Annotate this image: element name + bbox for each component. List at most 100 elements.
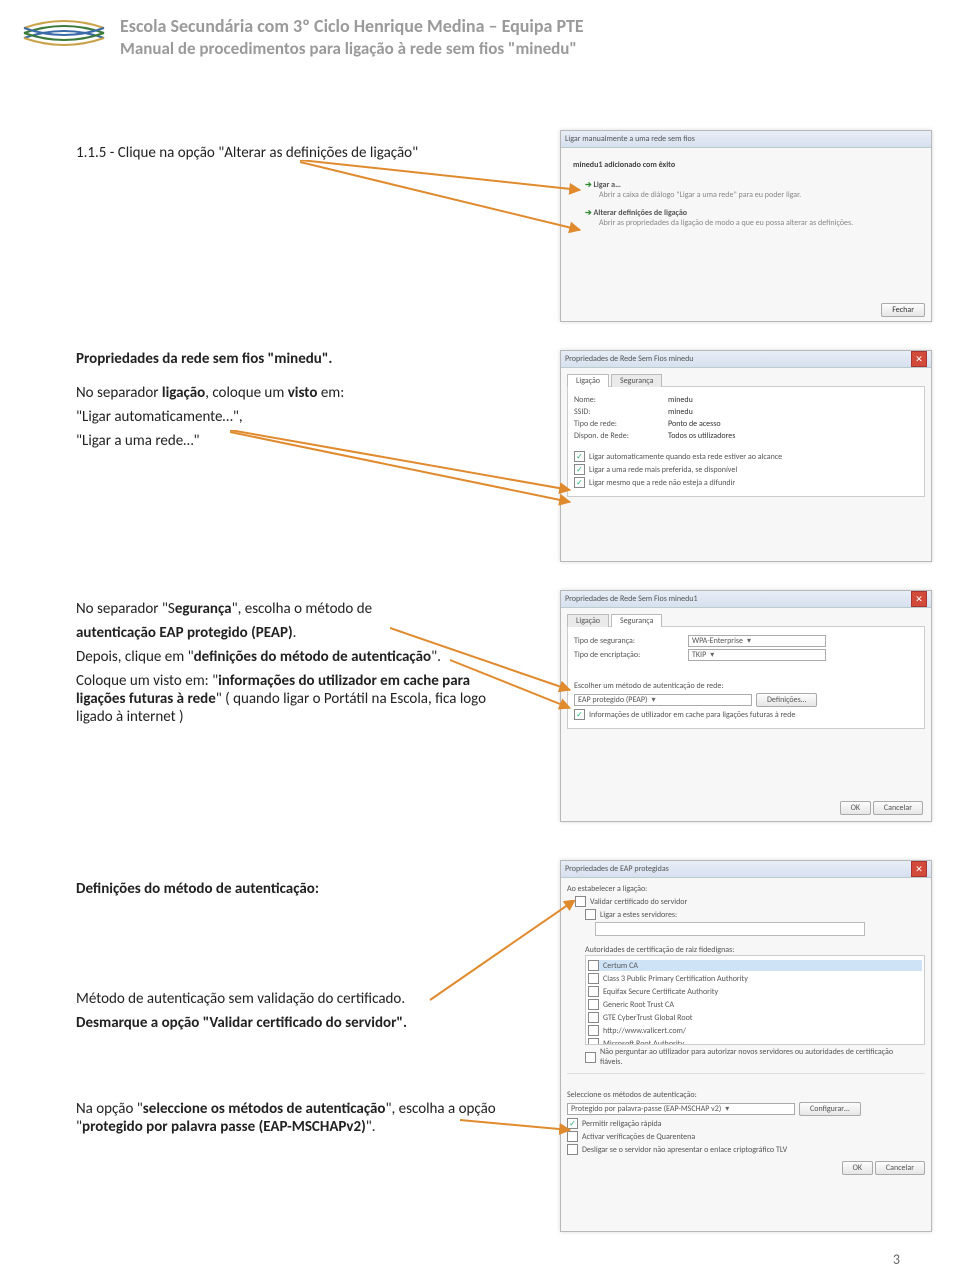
props-title: Propriedades da rede sem fios "minedu". [76,350,332,368]
txt: Depois, clique em " [76,648,194,666]
checkbox-no-prompt[interactable] [585,1052,596,1063]
screenshot-props-seguranca: Propriedades de Rede Sem Fios minedu1 ✕ … [560,590,932,822]
checkbox-quarantine[interactable] [567,1131,578,1142]
txt: egurança [175,600,232,618]
ca-item: Certum CA [603,961,638,971]
label-select-auth: Seleccione os métodos de autenticação: [567,1090,925,1100]
ca-checkbox[interactable] [588,960,599,971]
ca-listbox[interactable]: Certum CA Class 3 Public Primary Certifi… [585,955,925,1045]
checkbox-auto[interactable] [574,451,585,462]
window-title: Propriedades de Rede Sem Fios minedu [565,354,693,364]
label-ssid: SSID: [574,407,664,417]
arrow-icon: ➔ [585,208,592,218]
cancel-button[interactable]: Cancelar [875,1161,925,1175]
cancel-button[interactable]: Cancelar [873,801,923,815]
checkbox-fast-reconnect[interactable] [567,1118,578,1129]
checkbox-preferida-label: Ligar a uma rede mais preferida, se disp… [589,465,737,475]
ca-item: GTE CyberTrust Global Root [603,1013,692,1023]
checkbox-tlv[interactable] [567,1144,578,1155]
txt: em: [317,384,344,402]
screenshot-props-ligacao: Propriedades de Rede Sem Fios minedu ✕ L… [560,350,932,562]
checkbox-validate-cert[interactable] [575,896,586,907]
group-label: Ao estabelecer a ligação: [567,884,925,894]
option-alterar-desc: Abrir as propriedades da ligação de modo… [599,218,925,228]
ca-item: Equifax Secure Certificate Authority [603,987,718,997]
txt: Na opção " [76,1100,143,1118]
close-icon[interactable]: ✕ [911,591,927,607]
header-sep: – [484,15,501,37]
label-nome: Nome: [574,395,664,405]
ca-checkbox[interactable] [588,1012,599,1023]
value-dispon: Todos os utilizadores [668,431,735,441]
value-nome: minedu [668,395,693,405]
txt: protegido por palavra passe (EAP-MSCHAPv… [82,1118,366,1136]
checkbox-cache[interactable] [574,709,585,720]
txt: seleccione os métodos de autenticação [143,1100,386,1118]
txt: visto [288,384,318,402]
ok-button[interactable]: OK [842,1161,873,1175]
dropdown-enc-type[interactable]: TKIP [688,649,826,661]
option-ligar-a-desc: Abrir a caixa de diálogo "Ligar a uma re… [599,190,925,200]
section-6: Na opção "seleccione os métodos de auten… [76,1100,496,1142]
checkbox-difundir-label: Ligar mesmo que a rede não esteja a difu… [589,478,735,488]
txt: No separador "S [76,600,175,618]
header-team: Equipa PTE [502,15,584,37]
close-button[interactable]: Fechar [881,303,925,317]
tab-ligacao[interactable]: Ligação [567,374,609,387]
configure-button[interactable]: Configurar… [799,1102,861,1116]
step-1-1-5: 1.1.5 - Clique na opção "Alterar as defi… [76,144,496,162]
ca-checkbox[interactable] [588,1025,599,1036]
ca-checkbox[interactable] [588,999,599,1010]
label-ca: Autoridades de certificação de raiz fide… [585,945,925,955]
tab-seguranca[interactable]: Segurança [611,614,662,627]
txt: ", escolha o método de [232,600,373,618]
wizard-title: Ligar manualmente a uma rede sem fios [565,134,695,144]
checkbox-connect-servers-label: Ligar a estes servidores: [600,910,677,920]
checkbox-no-prompt-label: Não perguntar ao utilizador para autoriz… [600,1047,900,1067]
txt: Desmarque a opção "Validar certificado d… [76,1014,407,1032]
dropdown-auth-method[interactable]: EAP protegido (PEAP) [574,694,752,706]
dropdown-auth-method[interactable]: Protegido por palavra-passe (EAP-MSCHAP … [567,1103,795,1115]
checkbox-preferida[interactable] [574,464,585,475]
checkbox-quarantine-label: Activar verificações de Quarentena [582,1132,695,1142]
checkbox-connect-servers[interactable] [585,909,596,920]
close-icon[interactable]: ✕ [911,861,927,877]
ca-item: Generic Root Trust CA [603,1000,674,1010]
page-number: 3 [893,1251,900,1268]
section-5: Método de autenticação sem validação do … [76,990,496,1038]
section-1: 1.1.5 - Clique na opção "Alterar as defi… [76,144,496,168]
checkbox-tlv-label: Desligar se o servidor não apresentar o … [582,1145,787,1155]
txt: autenticação EAP protegido (PEAP) [76,624,293,642]
ca-checkbox[interactable] [588,973,599,984]
txt: ". [366,1118,376,1136]
ca-checkbox[interactable] [588,986,599,997]
definicoes-button[interactable]: Definições… [756,693,817,707]
servers-input[interactable] [595,922,865,936]
auth-method-defs-title: Definições do método de autenticação: [76,880,319,898]
option-ligar-a[interactable]: Ligar a… [594,180,621,190]
section-3: No separador "Segurança", escolha o méto… [76,600,506,732]
ok-button[interactable]: OK [840,801,871,815]
window-title: Propriedades de Rede Sem Fios minedu1 [565,594,698,604]
checkbox-difundir[interactable] [574,477,585,488]
close-icon[interactable]: ✕ [911,351,927,367]
txt: Coloque um visto em: " [76,672,218,690]
checkbox-fast-reconnect-label: Permitir religação rápida [582,1119,662,1129]
page-header: Escola Secundária com 3º Ciclo Henrique … [20,14,940,61]
section-4: Definições do método de autenticação: [76,880,496,904]
tab-ligacao[interactable]: Ligação [567,614,609,627]
label-dispon: Dispon. de Rede: [574,431,664,441]
txt: , coloque um [205,384,288,402]
ca-checkbox[interactable] [588,1038,599,1045]
window-title: Propriedades de EAP protegidas [565,864,669,874]
txt: Método de autenticação sem validação do … [76,990,496,1008]
label-auth-method: Escolher um método de autenticação de re… [574,681,918,691]
txt: ". [431,648,441,666]
option-alterar-definicoes[interactable]: Alterar definições de ligação [594,208,688,218]
dropdown-sec-type[interactable]: WPA-Enterprise [688,635,826,647]
value-tipo: Ponto de acesso [668,419,721,429]
header-school: Escola Secundária com 3º Ciclo Henrique … [120,15,484,37]
label-sec-type: Tipo de segurança: [574,636,684,646]
ca-item: http://www.valicert.com/ [603,1026,686,1036]
tab-seguranca[interactable]: Segurança [611,374,662,387]
